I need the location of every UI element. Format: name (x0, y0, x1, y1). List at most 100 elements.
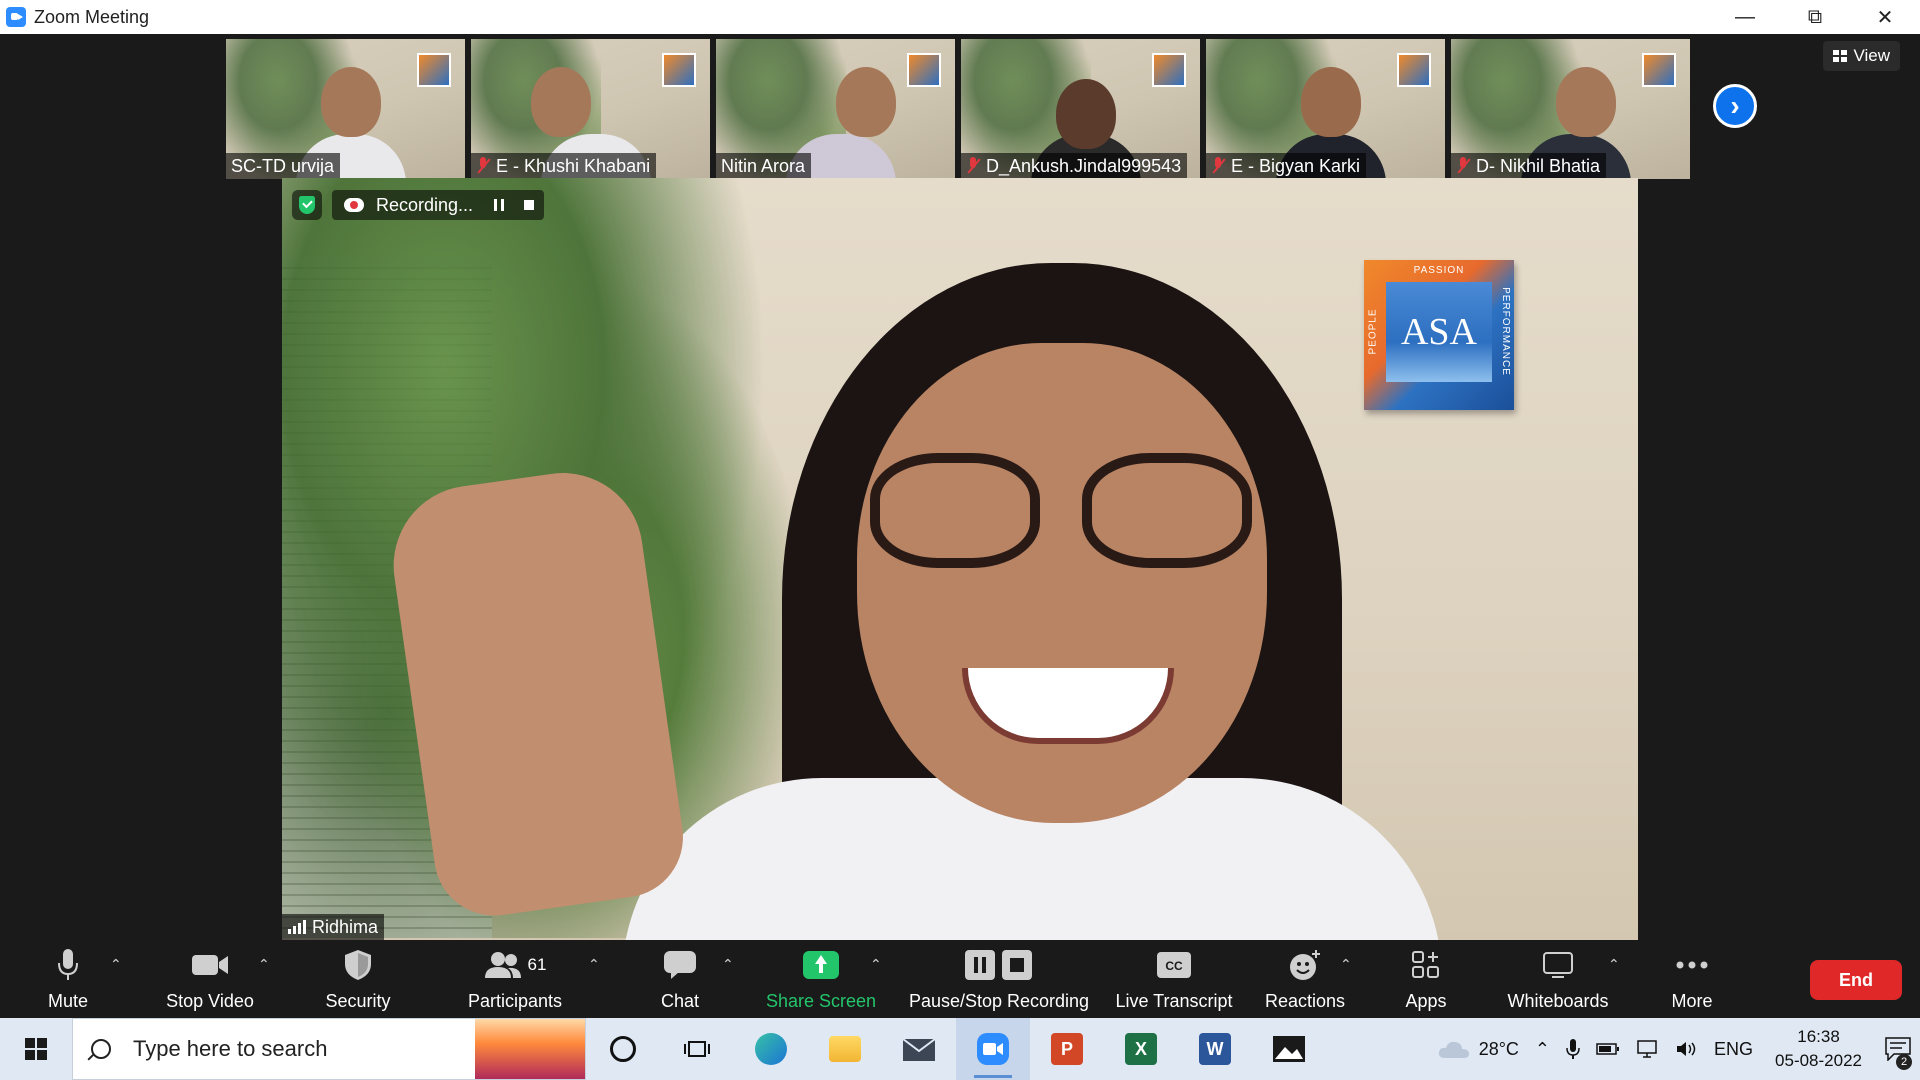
network-button[interactable] (1628, 1039, 1668, 1059)
chat-options-caret[interactable]: ⌃ (722, 956, 734, 973)
mute-options-caret[interactable]: ⌃ (110, 956, 122, 973)
logo-main-text: ASA (1386, 282, 1492, 382)
mail-button[interactable] (882, 1018, 956, 1080)
encryption-shield-button[interactable] (292, 190, 322, 220)
reactions-button[interactable]: Reactions (1262, 940, 1348, 1018)
cortana-button[interactable] (586, 1018, 660, 1080)
edge-button[interactable] (734, 1018, 808, 1080)
photos-icon (1273, 1036, 1305, 1062)
participant-tile[interactable]: E - Khushi Khabani (471, 39, 710, 179)
asa-logo-icon (1642, 53, 1676, 87)
active-speaker-video[interactable]: PASSION PEOPLE PERFORMANCE ASA Recording… (282, 178, 1638, 940)
participant-tile[interactable]: D_Ankush.Jindal999543 (961, 39, 1200, 179)
signal-strength-icon (288, 920, 306, 934)
participant-tile[interactable]: SC-TD urvija (226, 39, 465, 179)
share-screen-icon (803, 947, 839, 983)
zoom-app-icon (6, 7, 26, 27)
word-button[interactable]: W (1178, 1018, 1252, 1080)
restore-button[interactable]: ⧉ (1780, 0, 1850, 34)
battery-button[interactable] (1588, 1042, 1628, 1056)
action-center-button[interactable]: 2 (1876, 1018, 1920, 1080)
shield-check-icon (299, 196, 315, 214)
next-page-button[interactable]: › (1713, 84, 1757, 128)
close-button[interactable]: ✕ (1850, 0, 1920, 34)
zoom-icon (977, 1033, 1009, 1065)
participant-tile[interactable]: E - Bigyan Karki (1206, 39, 1445, 179)
stop-video-button[interactable]: Stop Video (160, 940, 260, 1018)
participant-face (1056, 79, 1116, 149)
windows-taskbar: Type here to search P X W 28°C ⌃ ENG 16:… (0, 1018, 1920, 1080)
show-hidden-icons-button[interactable]: ⌃ (1527, 1039, 1558, 1060)
share-screen-button[interactable]: Share Screen (762, 940, 880, 1018)
pause-stop-recording-label: Pause/Stop Recording (908, 991, 1090, 1011)
task-view-button[interactable] (660, 1018, 734, 1080)
clock-button[interactable]: 16:38 05-08-2022 (1761, 1025, 1876, 1073)
reactions-options-caret[interactable]: ⌃ (1340, 956, 1352, 973)
whiteboards-options-caret[interactable]: ⌃ (1608, 956, 1620, 973)
whiteboards-label: Whiteboards (1507, 991, 1609, 1011)
chat-label: Chat (660, 991, 700, 1011)
volume-button[interactable] (1668, 1040, 1706, 1058)
mute-button[interactable]: Mute (40, 940, 96, 1018)
chat-button[interactable]: Chat (650, 940, 710, 1018)
more-button[interactable]: More (1664, 940, 1720, 1018)
apps-label: Apps (1405, 991, 1447, 1011)
participant-name-tag: D- Nikhil Bhatia (1451, 153, 1607, 179)
search-icon (91, 1039, 111, 1059)
end-meeting-button[interactable]: End (1810, 960, 1902, 1000)
participant-tile[interactable]: Nitin Arora (716, 39, 955, 179)
participants-button[interactable]: 61 Participants (462, 940, 568, 1018)
mic-muted-icon (476, 157, 490, 175)
cc-icon: CC (1156, 947, 1192, 983)
smiley-icon (1288, 947, 1322, 983)
more-dots-icon (1675, 947, 1709, 983)
pause-stop-recording-button[interactable]: Pause/Stop Recording (906, 940, 1092, 1018)
photos-button[interactable] (1252, 1018, 1326, 1080)
speaker-glasses (870, 453, 1040, 568)
weather-temperature: 28°C (1478, 1038, 1519, 1059)
powerpoint-icon: P (1051, 1033, 1083, 1065)
excel-button[interactable]: X (1104, 1018, 1178, 1080)
participant-name: E - Bigyan Karki (1231, 155, 1361, 176)
whiteboards-button[interactable]: Whiteboards (1502, 940, 1614, 1018)
network-icon (1637, 1040, 1657, 1058)
taskbar-search-box[interactable]: Type here to search (72, 1018, 586, 1080)
input-language-button[interactable]: ENG (1706, 1039, 1761, 1060)
powerpoint-button[interactable]: P (1030, 1018, 1104, 1080)
task-view-icon (684, 1041, 710, 1057)
participant-tile[interactable]: D- Nikhil Bhatia (1451, 39, 1690, 179)
weather-widget[interactable]: 28°C (1429, 1039, 1527, 1060)
svg-text:CC: CC (1165, 959, 1183, 973)
participant-face (836, 67, 896, 137)
gallery-strip: SC-TD urvija E - Khushi Khabani Nitin Ar… (226, 39, 1690, 179)
live-transcript-button[interactable]: CC Live Transcript (1110, 940, 1238, 1018)
zoom-taskbar-button[interactable] (956, 1018, 1030, 1080)
clock-date: 05-08-2022 (1775, 1051, 1862, 1070)
participant-face (1556, 67, 1616, 137)
microphone-tray-button[interactable] (1558, 1038, 1588, 1060)
clock-time: 16:38 (1797, 1027, 1840, 1046)
share-options-caret[interactable]: ⌃ (870, 956, 882, 973)
speaker-volume-icon (1677, 1042, 1696, 1056)
participant-name: D- Nikhil Bhatia (1476, 155, 1601, 176)
participant-name-tag: E - Bigyan Karki (1206, 153, 1367, 179)
file-explorer-button[interactable] (808, 1018, 882, 1080)
pause-recording-icon[interactable] (494, 199, 504, 211)
shield-icon (344, 947, 372, 983)
asa-logo-icon (1152, 53, 1186, 87)
window-title: Zoom Meeting (34, 6, 150, 27)
minimize-button[interactable]: — (1710, 0, 1780, 34)
participant-name: SC-TD urvija (231, 155, 335, 176)
title-bar: Zoom Meeting — ⧉ ✕ (0, 0, 1920, 34)
participant-name: Nitin Arora (721, 155, 806, 176)
share-screen-label: Share Screen (765, 991, 877, 1011)
video-options-caret[interactable]: ⌃ (258, 956, 270, 973)
view-button[interactable]: View (1823, 41, 1900, 71)
apps-button[interactable]: Apps (1398, 940, 1454, 1018)
participants-options-caret[interactable]: ⌃ (588, 956, 600, 973)
edge-icon (755, 1033, 787, 1065)
security-button[interactable]: Security (318, 940, 398, 1018)
start-button[interactable] (0, 1018, 72, 1080)
asa-logo-icon (1397, 53, 1431, 87)
stop-recording-icon[interactable] (524, 200, 534, 210)
